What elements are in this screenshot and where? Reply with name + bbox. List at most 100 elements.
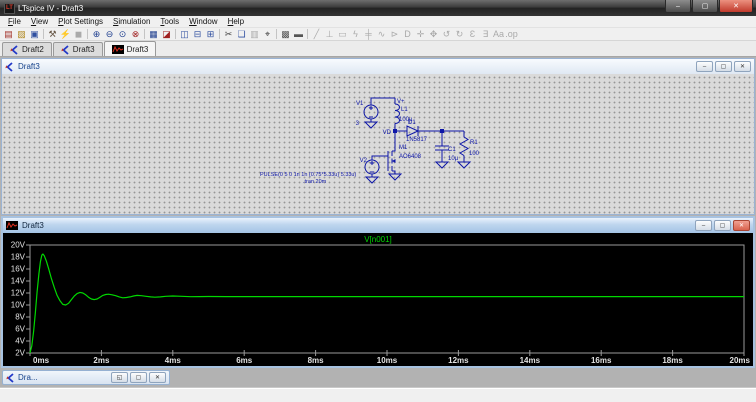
titlebar[interactable]: LT LTspice IV - Draft3 – ▢ ✕ (0, 0, 756, 16)
toolbar-place-label-icon[interactable]: ▭ (336, 28, 349, 40)
diode-d1[interactable] (407, 126, 418, 136)
menu-view[interactable]: View (26, 17, 53, 26)
toolbar-place-resistor-icon[interactable]: ϟ (349, 28, 362, 40)
wire-v2-gate (372, 156, 388, 160)
toolbar-tile-vertically-icon[interactable]: ◫ (178, 28, 191, 40)
label-v2: V2 (360, 158, 368, 164)
toolbar-paste-icon[interactable]: ▥ (248, 28, 261, 40)
toolbar-place-inductor-icon[interactable]: ∿ (375, 28, 388, 40)
schematic-canvas[interactable]: V1 3 V+ L1 100µ VD D1 1N5817 C1 10µ R1 1… (2, 75, 754, 214)
x-axis-tick-label: 18ms (662, 356, 683, 365)
ground-symbol-c1 (436, 162, 448, 168)
toolbar-separator (87, 29, 88, 39)
node-label-vd: VD (383, 130, 392, 136)
menu-tools[interactable]: Tools (155, 17, 184, 26)
directive-tran: .tran 20m (303, 179, 327, 185)
y-axis-tick-label: 12V (11, 289, 26, 298)
value-c1: 10µ (448, 156, 459, 162)
toolbar-zoom-area-icon[interactable]: ⊗ (129, 28, 142, 40)
circuit-drawing: V1 3 V+ L1 100µ VD D1 1N5817 C1 10µ R1 1… (2, 75, 754, 214)
tab-draft3-schematic[interactable]: Draft3 (53, 42, 103, 56)
toolbar-zoom-full-extents-icon[interactable]: ⊙ (116, 28, 129, 40)
toolbar-move-icon[interactable]: ✛ (414, 28, 427, 40)
y-axis-tick-label: 18V (11, 253, 26, 262)
toolbar-copy-icon[interactable]: ❏ (235, 28, 248, 40)
toolbar-save-icon[interactable]: ▣ (28, 28, 41, 40)
tab-draft2[interactable]: Draft2 (2, 42, 52, 56)
toolbar-rotate-icon[interactable]: Ɛ (466, 28, 479, 40)
toolbar-zoom-back-icon[interactable]: ⊖ (103, 28, 116, 40)
minimized-close-button[interactable]: ✕ (149, 372, 166, 383)
x-axis-tick-label: 8ms (308, 356, 325, 365)
window-title: LTspice IV - Draft3 (18, 4, 662, 13)
toolbar-find-icon[interactable]: ⌖ (261, 28, 274, 40)
waveform-plot[interactable]: 20V18V16V14V12V10V8V6V4V2V0ms2ms4ms6ms8m… (3, 234, 753, 367)
waveform-icon (6, 221, 18, 230)
menu-plot-settings[interactable]: Plot Settings (53, 17, 108, 26)
toolbar-zoom-in-icon[interactable]: ⊕ (90, 28, 103, 40)
label-d1: D1 (408, 120, 416, 126)
waveform-maximize-button[interactable]: ▢ (714, 220, 731, 231)
schematic-titlebar[interactable]: Draft3 – ▢ ✕ (2, 59, 754, 74)
tab-label: Draft2 (22, 45, 44, 54)
waveform-minimize-button[interactable]: – (695, 220, 712, 231)
x-axis-tick-label: 12ms (448, 356, 469, 365)
toolbar-open-file-icon[interactable]: ▨ (15, 28, 28, 40)
toolbar-new-schematic-icon[interactable]: ▤ (2, 28, 15, 40)
toolbar-place-diode-icon[interactable]: ⊳ (388, 28, 401, 40)
toolbar-place-capacitor-icon[interactable]: ╪ (362, 28, 375, 40)
menu-help[interactable]: Help (223, 17, 249, 26)
maximize-button[interactable]: ▢ (692, 0, 718, 13)
trace-label[interactable]: V[n001] (3, 235, 753, 244)
toolbar-place-component-icon[interactable]: D (401, 28, 414, 40)
menu-simulation[interactable]: Simulation (108, 17, 155, 26)
waveform-titlebar[interactable]: Draft3 – ▢ ✕ (3, 218, 753, 233)
tab-label: Draft3 (127, 45, 149, 54)
toolbar-redo-icon[interactable]: ↻ (453, 28, 466, 40)
toolbar-copy-bitmap-icon[interactable]: ▩ (279, 28, 292, 40)
toolbar-cascade-windows-icon[interactable]: ⊞ (204, 28, 217, 40)
toolbar-cut-icon[interactable]: ✂ (222, 28, 235, 40)
waveform-trace (30, 254, 744, 353)
waveform-window: Draft3 – ▢ ✕ V[n001] 20V18V16V14V12V10V8… (1, 216, 755, 368)
capacitor-c1[interactable] (435, 146, 449, 150)
toolbar-draw-wire-icon[interactable]: ╱ (310, 28, 323, 40)
toolbar-mirror-icon[interactable]: ∃ (479, 28, 492, 40)
waveform-pane: V[n001] 20V18V16V14V12V10V8V6V4V2V0ms2ms… (3, 234, 753, 366)
toolbar-spice-directive-icon[interactable]: .op (505, 28, 518, 40)
close-button[interactable]: ✕ (719, 0, 753, 13)
v2-polarity-marks (370, 161, 374, 172)
schematic-close-button[interactable]: ✕ (734, 61, 751, 72)
schematic-minimize-button[interactable]: – (696, 61, 713, 72)
y-axis-tick-label: 2V (15, 349, 25, 358)
toolbar-drag-icon[interactable]: ✥ (427, 28, 440, 40)
minimized-restore-button[interactable]: ◱ (111, 372, 128, 383)
y-axis-tick-label: 6V (15, 325, 25, 334)
wire-v1-to-vplus (371, 98, 395, 105)
toolbar-waveform-pane-icon[interactable]: ◪ (160, 28, 173, 40)
label-r1: R1 (470, 140, 478, 146)
minimized-window[interactable]: Dra... ◱ ▢ ✕ (2, 370, 170, 385)
menu-file[interactable]: File (3, 17, 26, 26)
statusbar (0, 388, 756, 402)
minimized-maximize-button[interactable]: ▢ (130, 372, 147, 383)
tab-draft3-waveform[interactable]: Draft3 (104, 41, 157, 56)
toolbar-tile-horizontally-icon[interactable]: ⊟ (191, 28, 204, 40)
mdi-area: Draft3 – ▢ ✕ (0, 57, 756, 402)
toolbar-spice-netlist-icon[interactable]: ▦ (147, 28, 160, 40)
schematic-window: Draft3 – ▢ ✕ (1, 58, 755, 215)
toolbar-halt-icon[interactable]: ◼ (72, 28, 85, 40)
schematic-maximize-button[interactable]: ▢ (715, 61, 732, 72)
toolbar-run-icon[interactable]: ⚡ (59, 28, 72, 40)
toolbar-text-icon[interactable]: Aa (492, 28, 505, 40)
toolbar-print-icon[interactable]: ▬ (292, 28, 305, 40)
toolbar-control-panel-icon[interactable]: ⚒ (46, 28, 59, 40)
waveform-close-button[interactable]: ✕ (733, 220, 750, 231)
resistor-r1[interactable] (460, 137, 468, 156)
menu-window[interactable]: Window (184, 17, 222, 26)
toolbar-place-ground-icon[interactable]: ⊥ (323, 28, 336, 40)
x-axis-tick-label: 2ms (93, 356, 110, 365)
toolbar-undo-icon[interactable]: ↺ (440, 28, 453, 40)
minimize-button[interactable]: – (665, 0, 691, 13)
toolbar-separator (276, 29, 277, 39)
